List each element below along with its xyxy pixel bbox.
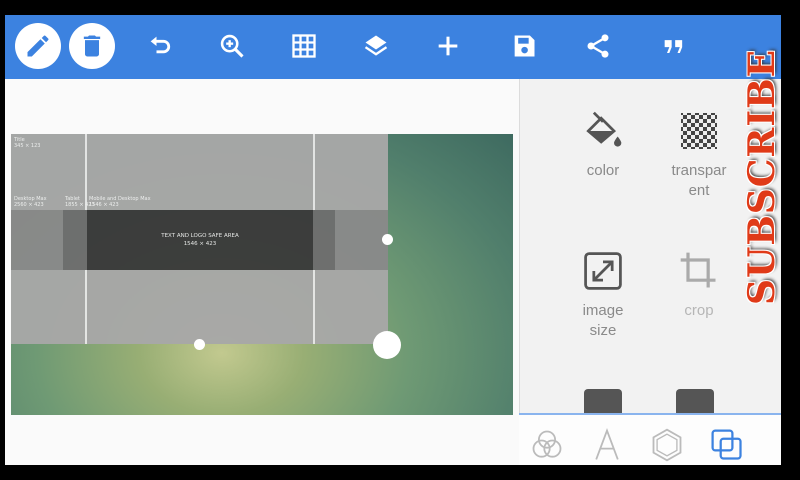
layers-icon[interactable] xyxy=(353,23,399,69)
safe-area xyxy=(87,210,313,270)
layer-icon[interactable] xyxy=(707,425,747,465)
desktop-max-size: 2560 × 423 xyxy=(14,202,44,208)
gallery-icon[interactable] xyxy=(676,389,714,413)
scale-handle-corner[interactable] xyxy=(373,331,401,359)
editing-canvas[interactable]: Title 345 × 123 Desktop Max 2560 × 423 T… xyxy=(5,79,519,465)
tool-color[interactable]: color xyxy=(548,107,658,181)
shape-icon[interactable] xyxy=(647,425,687,465)
resize-handle-right[interactable] xyxy=(382,234,393,245)
subscribe-text: SUBSCRIBE xyxy=(741,48,783,306)
safe-area-label: TEXT AND LOGO SAFE AREA xyxy=(161,233,239,239)
add-icon[interactable] xyxy=(425,23,471,69)
tool-crop[interactable]: crop xyxy=(644,247,754,321)
safe-area-size: 1546 × 423 xyxy=(183,241,217,247)
tool-crop-label: crop xyxy=(684,302,714,319)
tablet-side xyxy=(313,210,335,270)
tool-color-label: color xyxy=(586,162,620,179)
template-title-size: 345 × 123 xyxy=(14,143,41,149)
app-window: Title 345 × 123 Desktop Max 2560 × 423 T… xyxy=(5,15,781,465)
quote-icon[interactable] xyxy=(651,23,697,69)
trash-icon[interactable] xyxy=(69,23,115,69)
bottom-tab-bar xyxy=(519,413,781,465)
tool-transparent-label: transpar ent xyxy=(671,162,727,199)
tool-image-size[interactable]: image size xyxy=(548,247,658,341)
mobile-size: 1546 × 423 xyxy=(89,202,119,208)
checkerboard-icon xyxy=(675,107,723,155)
tablet-side xyxy=(63,210,87,270)
top-toolbar xyxy=(5,15,781,79)
text-icon[interactable] xyxy=(587,425,627,465)
blend-icon[interactable] xyxy=(527,425,567,465)
share-icon[interactable] xyxy=(575,23,621,69)
pencil-icon[interactable] xyxy=(15,23,61,69)
tool-image-size-label: image size xyxy=(582,302,624,339)
zoom-in-icon[interactable] xyxy=(209,23,255,69)
banner-template-layer[interactable]: Title 345 × 123 Desktop Max 2560 × 423 T… xyxy=(11,134,388,344)
grid-icon[interactable] xyxy=(281,23,327,69)
resize-icon xyxy=(579,247,627,295)
undo-icon[interactable] xyxy=(137,23,183,69)
save-icon[interactable] xyxy=(501,23,547,69)
image-icon[interactable] xyxy=(584,389,622,413)
tool-transparent[interactable]: transpar ent xyxy=(644,107,754,201)
subscribe-watermark: SUBSCRIBE xyxy=(740,18,784,336)
resize-handle-bottom[interactable] xyxy=(194,339,205,350)
paint-bucket-icon xyxy=(579,107,627,155)
crop-icon xyxy=(675,247,723,295)
